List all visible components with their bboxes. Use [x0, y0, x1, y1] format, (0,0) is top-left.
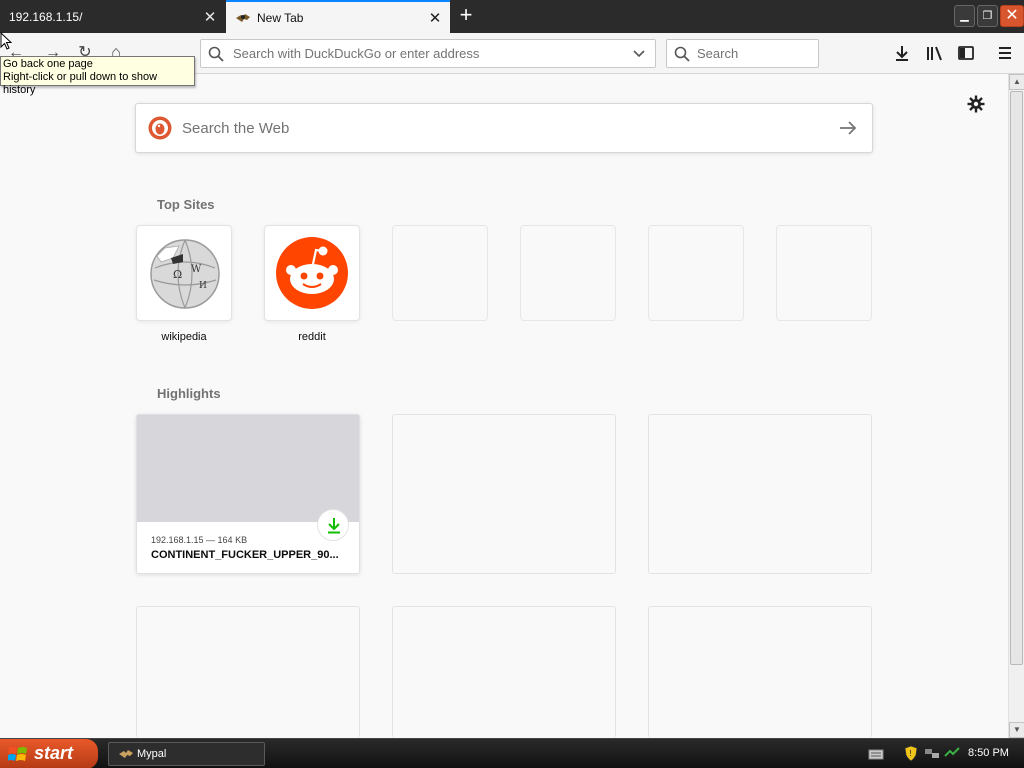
- svg-text:И: И: [199, 281, 207, 291]
- security-shield-icon[interactable]: !: [904, 745, 918, 762]
- new-tab-button[interactable]: +: [452, 0, 480, 33]
- empty-tile-placeholder: [648, 225, 744, 321]
- taskbar-item-mypal[interactable]: Mypal: [108, 742, 265, 766]
- top-site-label: reddit: [298, 331, 326, 343]
- taskbar-item-label: Mypal: [137, 748, 167, 760]
- address-input[interactable]: [233, 40, 613, 67]
- close-window-button[interactable]: ✕: [1000, 5, 1024, 27]
- svg-text:!: !: [909, 749, 912, 758]
- sidebar-toggle-icon[interactable]: [957, 44, 975, 62]
- highlight-card-empty: [392, 414, 616, 574]
- mypal-favicon-icon: [236, 13, 250, 22]
- svg-text:W: W: [191, 264, 202, 275]
- top-site-empty: [776, 225, 872, 321]
- top-site-empty: [520, 225, 616, 321]
- empty-tile-placeholder: [392, 225, 488, 321]
- start-button[interactable]: start: [0, 739, 98, 768]
- arrow-right-icon[interactable]: [838, 119, 858, 137]
- tab-strip: 192.168.1.15/ ✕ New Tab ✕ + ▁ ❐ ✕: [0, 0, 1024, 33]
- highlight-preview: [137, 415, 359, 522]
- tab-title: 192.168.1.15/: [9, 9, 83, 24]
- web-search-box[interactable]: [135, 103, 873, 153]
- highlight-card-download[interactable]: 192.168.1.15 — 164 KB CONTINENT_FUCKER_U…: [136, 414, 360, 574]
- vertical-scrollbar[interactable]: ▲ ▼: [1008, 74, 1024, 738]
- svg-text:Ω: Ω: [173, 268, 182, 281]
- reddit-alien-icon: [276, 237, 348, 309]
- mypal-app-icon: [119, 750, 133, 758]
- top-sites-heading: Top Sites: [157, 197, 215, 212]
- tab-new-tab[interactable]: New Tab ✕: [226, 0, 450, 33]
- search-input[interactable]: [697, 40, 815, 67]
- downloads-icon[interactable]: [893, 44, 911, 62]
- taskbar: start Mypal ! 8:50 PM: [0, 738, 1024, 768]
- highlight-card-empty: [648, 414, 872, 574]
- highlight-meta: 192.168.1.15 — 164 KB: [151, 535, 248, 545]
- highlight-card-empty: [392, 606, 616, 738]
- search-icon: [674, 46, 690, 62]
- top-site-empty: [648, 225, 744, 321]
- download-badge: [317, 509, 349, 541]
- wikipedia-globe-icon: Ω W И: [150, 239, 220, 309]
- top-site-tile[interactable]: [264, 225, 360, 321]
- highlights-heading: Highlights: [157, 386, 221, 401]
- highlight-title: CONTINENT_FUCKER_UPPER_90...: [151, 549, 339, 561]
- minimize-button[interactable]: ▁: [954, 5, 975, 27]
- tab-title: New Tab: [257, 10, 304, 25]
- search-bar[interactable]: [666, 39, 819, 68]
- top-site-empty: [392, 225, 488, 321]
- search-icon: [208, 46, 224, 62]
- library-icon[interactable]: [925, 44, 943, 62]
- settings-gear-icon[interactable]: [967, 95, 985, 113]
- tooltip-line-2: Right-click or pull down to show history: [3, 71, 158, 96]
- close-tab-icon[interactable]: ✕: [195, 8, 225, 26]
- taskbar-clock[interactable]: 8:50 PM: [968, 747, 1009, 759]
- highlight-card-empty: [136, 606, 360, 738]
- keyboard-icon[interactable]: [868, 747, 884, 761]
- close-tab-icon[interactable]: ✕: [420, 9, 450, 27]
- top-site-reddit[interactable]: reddit: [264, 225, 360, 343]
- start-label: start: [34, 743, 74, 763]
- top-site-tile[interactable]: Ω W И: [136, 225, 232, 321]
- restore-button[interactable]: ❐: [977, 5, 998, 27]
- empty-tile-placeholder: [520, 225, 616, 321]
- scroll-up-button[interactable]: ▲: [1009, 74, 1024, 90]
- web-search-input[interactable]: [182, 104, 822, 152]
- scroll-down-button[interactable]: ▼: [1009, 722, 1024, 738]
- download-icon: [328, 518, 340, 534]
- highlight-card-empty: [648, 606, 872, 738]
- duckduckgo-logo-icon: [148, 116, 172, 140]
- tooltip-line-1: Go back one page: [3, 58, 93, 70]
- system-tray: ! 8:50 PM: [864, 739, 1024, 768]
- address-bar[interactable]: [200, 39, 656, 68]
- chevron-down-icon[interactable]: [631, 45, 647, 61]
- empty-tile-placeholder: [776, 225, 872, 321]
- tab-ip-address[interactable]: 192.168.1.15/ ✕: [0, 0, 225, 33]
- safely-remove-hardware-icon[interactable]: [944, 747, 960, 760]
- hamburger-menu-icon[interactable]: [997, 44, 1013, 62]
- scroll-thumb[interactable]: [1010, 91, 1023, 665]
- top-site-wikipedia[interactable]: Ω W И wikipedia: [136, 225, 232, 343]
- top-site-label: wikipedia: [161, 331, 207, 343]
- network-icon[interactable]: [924, 747, 940, 760]
- mouse-cursor-icon: [0, 32, 12, 50]
- windows-flag-icon: [8, 747, 27, 761]
- back-button-tooltip: Go back one page Right-click or pull dow…: [0, 56, 195, 96]
